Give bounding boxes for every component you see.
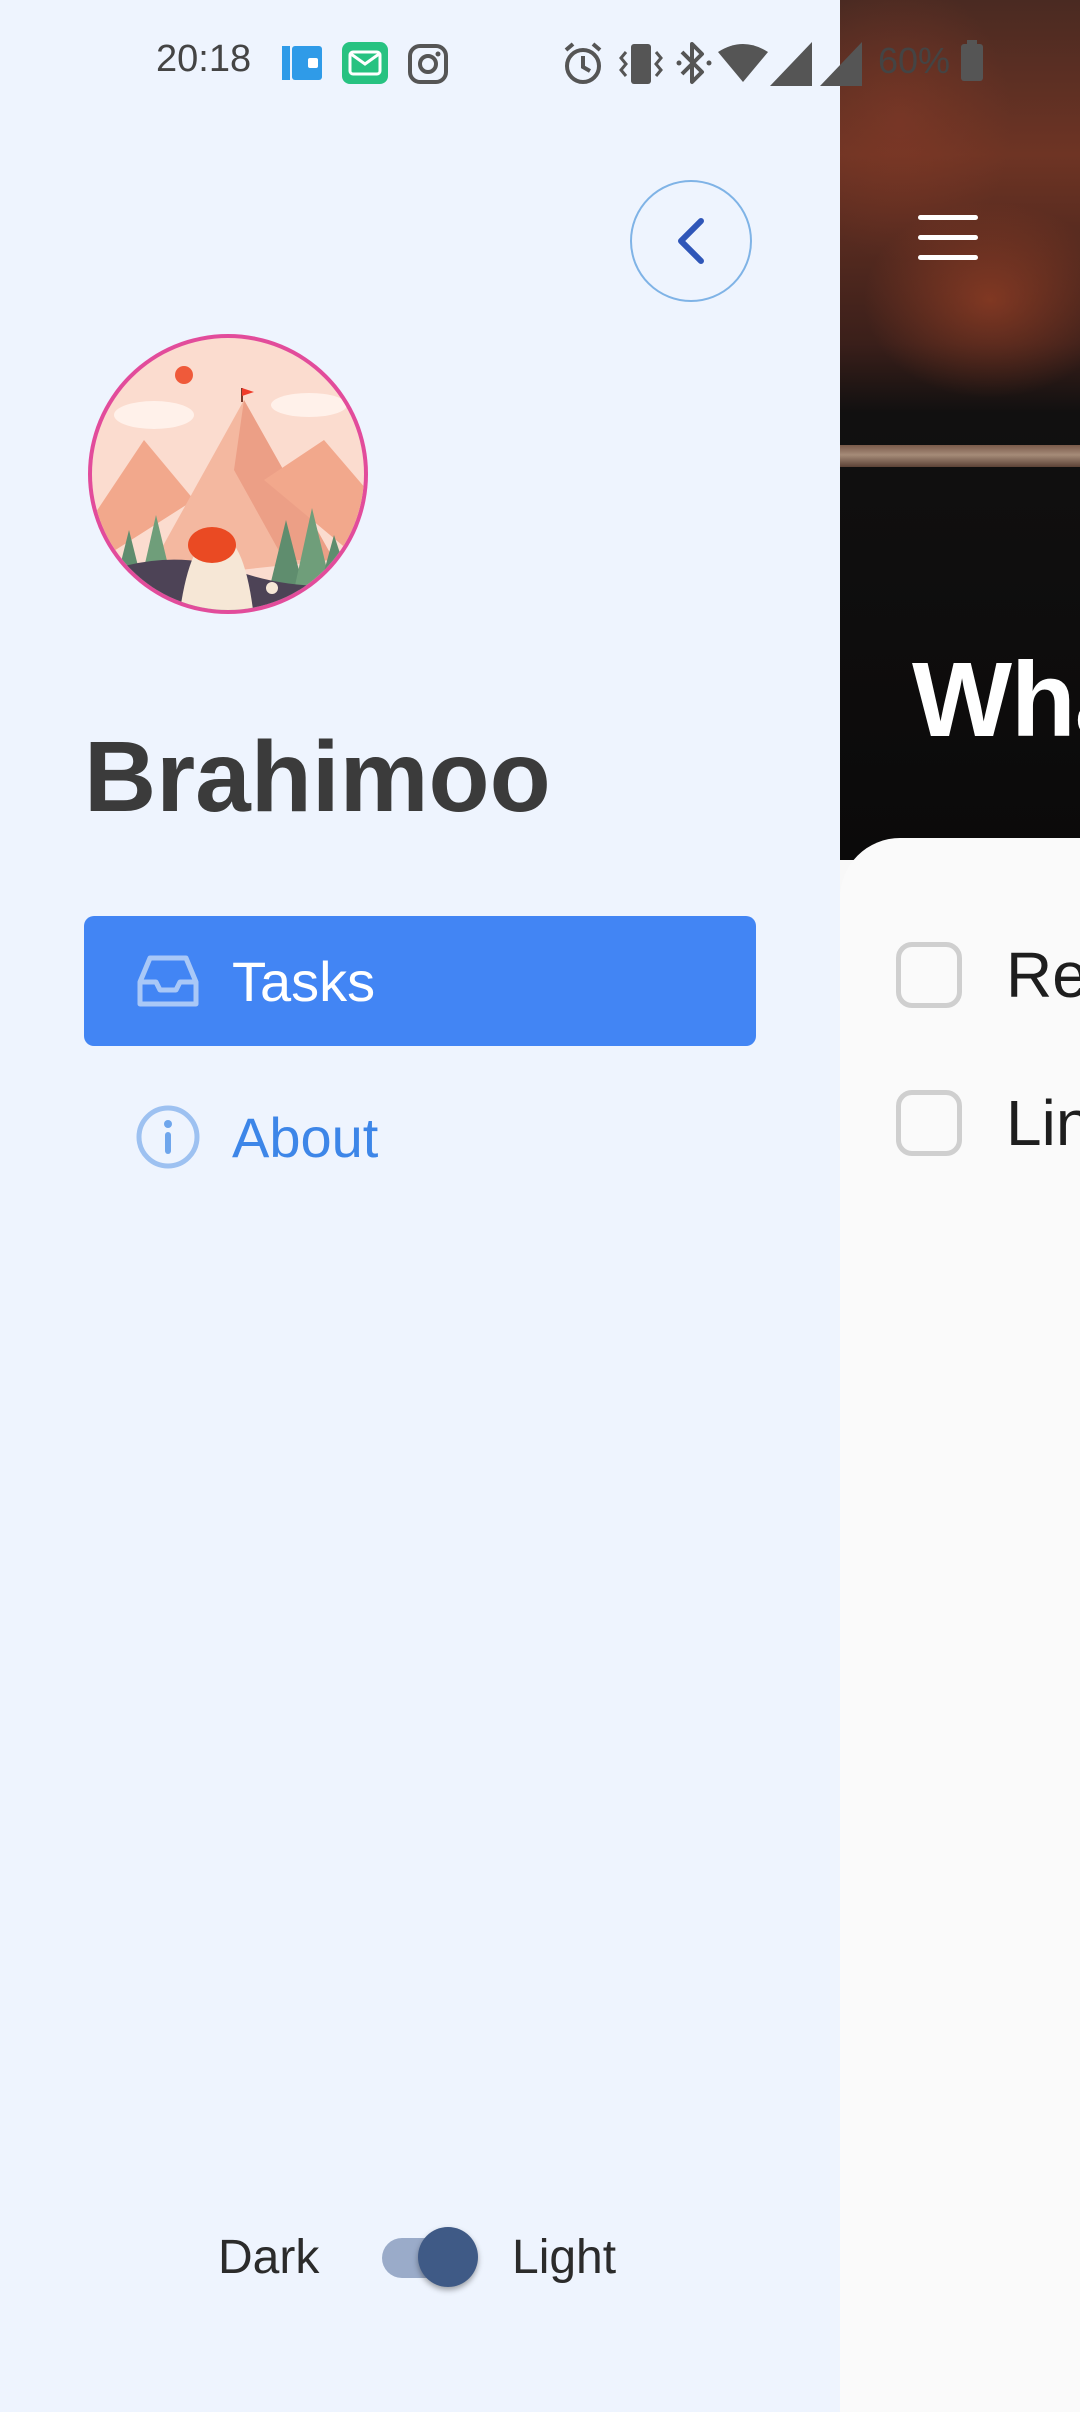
nav-item-about[interactable]: About — [84, 1072, 756, 1202]
theme-switcher: Dark Light — [0, 2220, 840, 2300]
chevron-left-icon — [678, 218, 704, 264]
instagram-icon — [408, 44, 448, 84]
signal-icon — [770, 42, 812, 86]
avatar[interactable] — [84, 330, 372, 618]
theme-light-label: Light — [512, 2231, 617, 2284]
signal-icon — [820, 42, 862, 86]
battery-percentage: 60% — [878, 40, 951, 81]
task-checkbox[interactable] — [896, 942, 962, 1008]
info-icon — [134, 1103, 202, 1171]
task-list-sheet: Re Lin — [840, 838, 1080, 2412]
task-text: Lin — [1006, 1087, 1080, 1159]
battery-icon — [961, 40, 983, 81]
mail-app-icon — [342, 42, 388, 84]
task-item[interactable]: Re — [896, 938, 1080, 1012]
header-image-ledge — [840, 445, 1080, 467]
hamburger-menu-icon[interactable] — [918, 215, 978, 261]
navigation-drawer: Brahimoo Tasks About Dark Light — [0, 0, 840, 2412]
vibrate-icon — [619, 44, 663, 84]
user-name: Brahimoo — [84, 721, 551, 833]
status-bar: 20:18 60% — [0, 0, 1080, 120]
nav-label-about: About — [232, 1105, 379, 1169]
task-checkbox[interactable] — [896, 1090, 962, 1156]
alarm-icon — [564, 42, 602, 84]
nav-label-tasks: Tasks — [232, 949, 376, 1013]
wallet-icon — [282, 46, 322, 80]
close-drawer-button[interactable] — [630, 180, 752, 302]
wifi-icon — [718, 44, 768, 82]
inbox-icon — [134, 947, 202, 1015]
theme-toggle-thumb[interactable] — [418, 2227, 478, 2287]
theme-dark-label: Dark — [218, 2231, 320, 2284]
main-screen: Wha Re Lin — [840, 0, 1080, 2412]
task-item[interactable]: Lin — [896, 1086, 1080, 1160]
task-text: Re — [1006, 939, 1080, 1011]
header-title: Wha — [912, 641, 1080, 759]
status-time: 20:18 — [156, 38, 252, 80]
nav-item-tasks[interactable]: Tasks — [84, 916, 756, 1046]
bluetooth-icon — [676, 42, 712, 84]
